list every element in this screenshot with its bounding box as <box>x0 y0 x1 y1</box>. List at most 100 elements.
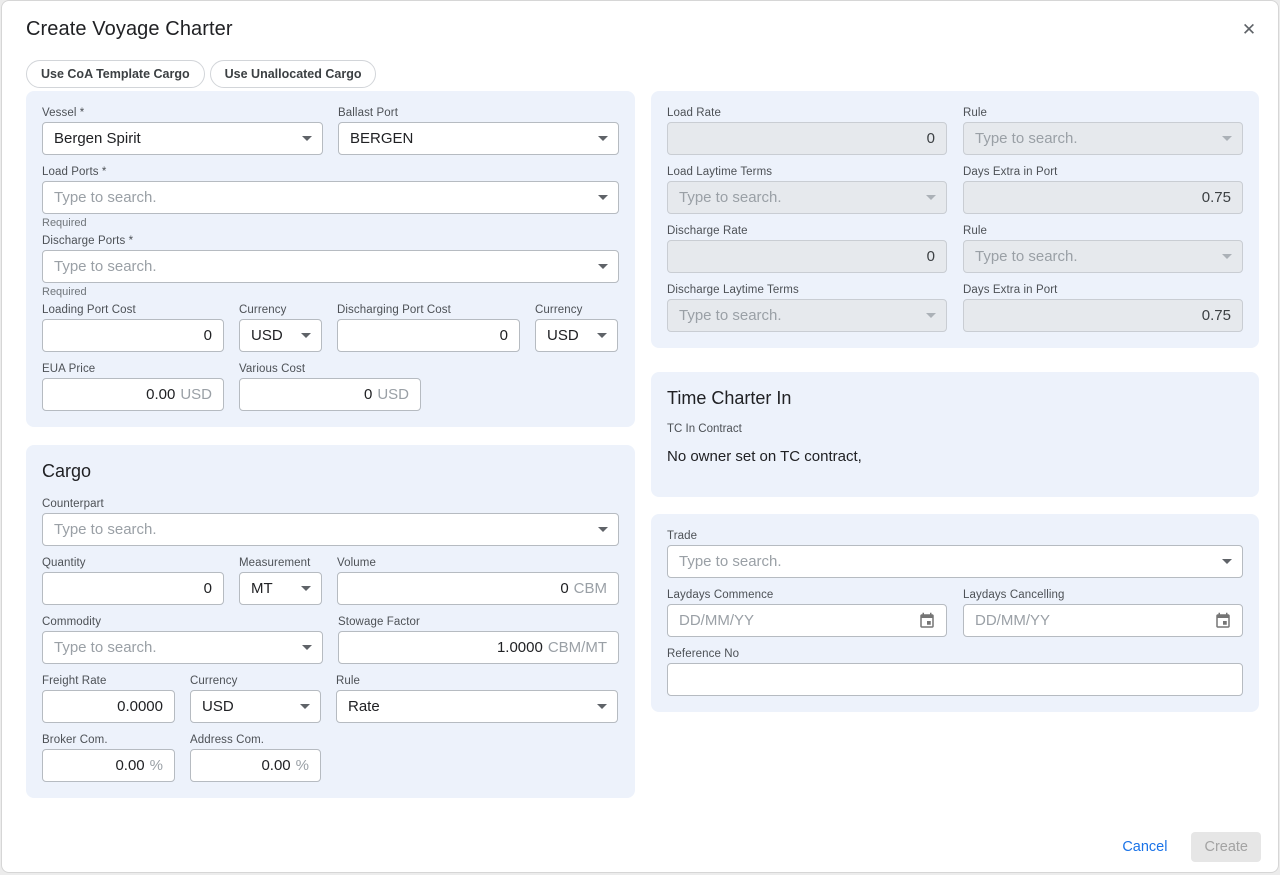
chevron-down-icon <box>302 645 312 650</box>
stowage-factor-field: Stowage Factor 1.0000 CBM/MT <box>338 616 619 664</box>
load-rule-field: Rule Type to search. <box>963 107 1243 155</box>
eua-price-field: EUA Price 0.00 USD <box>42 363 224 411</box>
ballast-port-label: Ballast Port <box>338 107 619 119</box>
cancel-button[interactable]: Cancel <box>1112 833 1177 861</box>
chip-label: Use CoA Template Cargo <box>41 67 190 81</box>
load-rate-input: 0 <box>667 122 947 155</box>
chevron-down-icon <box>597 333 607 338</box>
load-rate-field: Load Rate 0 <box>667 107 947 155</box>
laydays-commence-input[interactable]: DD/MM/YY <box>667 604 947 637</box>
chevron-down-icon <box>598 195 608 200</box>
load-rule-select: Type to search. <box>963 122 1243 155</box>
rates-panel: Load Rate 0 Rule Type to search. <box>651 91 1259 348</box>
vessel-select[interactable]: Bergen Spirit <box>42 122 323 155</box>
loading-port-cost-input[interactable]: 0 <box>42 319 224 352</box>
freight-rule-select[interactable]: Rate <box>336 690 618 723</box>
discharge-laytime-terms-select: Type to search. <box>667 299 947 332</box>
discharge-laytime-terms-field: Discharge Laytime Terms Type to search. <box>667 284 947 332</box>
trade-select[interactable]: Type to search. <box>667 545 1243 578</box>
chevron-down-icon <box>1222 254 1232 259</box>
discharge-ports-select[interactable]: Type to search. <box>42 250 619 283</box>
discharge-rate-input: 0 <box>667 240 947 273</box>
calendar-icon[interactable] <box>1214 612 1232 630</box>
address-com-input[interactable]: 0.00 % <box>190 749 321 782</box>
chevron-down-icon <box>598 527 608 532</box>
various-cost-field: Various Cost 0 USD <box>239 363 421 411</box>
discharge-rate-field: Discharge Rate 0 <box>667 225 947 273</box>
discharge-days-extra-input: 0.75 <box>963 299 1243 332</box>
time-charter-in-panel: Time Charter In TC In Contract No owner … <box>651 372 1259 497</box>
create-voyage-charter-dialog: Create Voyage Charter ✕ Use CoA Template… <box>1 0 1279 873</box>
chevron-down-icon <box>302 136 312 141</box>
chevron-down-icon <box>598 264 608 269</box>
eua-price-input[interactable]: 0.00 USD <box>42 378 224 411</box>
discharging-port-cost-input[interactable]: 0 <box>337 319 520 352</box>
cargo-heading: Cargo <box>42 461 619 482</box>
quantity-field: Quantity 0 <box>42 557 224 605</box>
dialog-content: Vessel * Bergen Spirit Ballast Port BERG… <box>2 88 1278 798</box>
measurement-field: Measurement MT <box>239 557 322 605</box>
load-laytime-terms-field: Load Laytime Terms Type to search. <box>667 166 947 214</box>
volume-field: Volume 0 CBM <box>337 557 619 605</box>
discharge-ports-label: Discharge Ports * <box>42 235 619 247</box>
freight-currency-select[interactable]: USD <box>190 690 321 723</box>
right-column: Load Rate 0 Rule Type to search. <box>651 91 1259 798</box>
loading-currency-select[interactable]: USD <box>239 319 322 352</box>
left-column: Vessel * Bergen Spirit Ballast Port BERG… <box>26 91 635 798</box>
address-com-field: Address Com. 0.00 % <box>190 734 321 782</box>
discharge-rule-select: Type to search. <box>963 240 1243 273</box>
chevron-down-icon <box>926 195 936 200</box>
close-icon: ✕ <box>1242 20 1256 39</box>
ballast-port-select[interactable]: BERGEN <box>338 122 619 155</box>
discharging-currency-field: Currency USD <box>535 304 618 352</box>
use-coa-template-cargo-button[interactable]: Use CoA Template Cargo <box>26 60 205 88</box>
create-button: Create <box>1191 832 1261 862</box>
discharging-port-cost-field: Discharging Port Cost 0 <box>337 304 520 352</box>
load-ports-select[interactable]: Type to search. <box>42 181 619 214</box>
reference-no-input[interactable] <box>667 663 1243 696</box>
dialog-header: Create Voyage Charter ✕ <box>2 1 1278 41</box>
voyage-details-panel: Vessel * Bergen Spirit Ballast Port BERG… <box>26 91 635 427</box>
quantity-input[interactable]: 0 <box>42 572 224 605</box>
chevron-down-icon <box>598 136 608 141</box>
chevron-down-icon <box>1222 559 1232 564</box>
load-ports-label: Load Ports * <box>42 166 619 178</box>
commodity-select[interactable]: Type to search. <box>42 631 323 664</box>
discharge-ports-required-helper: Required <box>42 286 619 298</box>
loading-currency-field: Currency USD <box>239 304 322 352</box>
measurement-select[interactable]: MT <box>239 572 322 605</box>
various-cost-input[interactable]: 0 USD <box>239 378 421 411</box>
dialog-footer: Cancel Create <box>1112 832 1261 862</box>
calendar-icon[interactable] <box>918 612 936 630</box>
time-charter-in-heading: Time Charter In <box>667 388 1243 409</box>
discharging-currency-select[interactable]: USD <box>535 319 618 352</box>
broker-com-input[interactable]: 0.00 % <box>42 749 175 782</box>
chevron-down-icon <box>1222 136 1232 141</box>
trade-field: Trade Type to search. <box>667 530 1243 578</box>
chip-label: Use Unallocated Cargo <box>225 67 362 81</box>
close-button[interactable]: ✕ <box>1236 17 1262 43</box>
freight-rule-field: Rule Rate <box>336 675 618 723</box>
laydays-cancelling-field: Laydays Cancelling DD/MM/YY <box>963 589 1243 637</box>
template-chips-row: Use CoA Template Cargo Use Unallocated C… <box>2 41 1278 88</box>
ballast-port-field: Ballast Port BERGEN <box>338 107 619 155</box>
load-laytime-terms-select: Type to search. <box>667 181 947 214</box>
tc-in-contract-message: No owner set on TC contract, <box>667 448 1243 473</box>
vessel-label: Vessel * <box>42 107 323 119</box>
chevron-down-icon <box>300 704 310 709</box>
freight-rate-input[interactable]: 0.0000 <box>42 690 175 723</box>
broker-com-field: Broker Com. 0.00 % <box>42 734 175 782</box>
volume-input[interactable]: 0 CBM <box>337 572 619 605</box>
counterpart-field: Counterpart Type to search. <box>42 498 619 546</box>
load-ports-field: Load Ports * Type to search. Required <box>42 166 619 235</box>
reference-no-field: Reference No <box>667 648 1243 696</box>
stowage-factor-input[interactable]: 1.0000 CBM/MT <box>338 631 619 664</box>
counterpart-select[interactable]: Type to search. <box>42 513 619 546</box>
chevron-down-icon <box>597 704 607 709</box>
laydays-cancelling-input[interactable]: DD/MM/YY <box>963 604 1243 637</box>
vessel-field: Vessel * Bergen Spirit <box>42 107 323 155</box>
trade-panel: Trade Type to search. Laydays Commence D… <box>651 514 1259 712</box>
discharge-ports-field: Discharge Ports * Type to search. Requir… <box>42 235 619 304</box>
use-unallocated-cargo-button[interactable]: Use Unallocated Cargo <box>210 60 377 88</box>
discharge-days-extra-field: Days Extra in Port 0.75 <box>963 284 1243 332</box>
